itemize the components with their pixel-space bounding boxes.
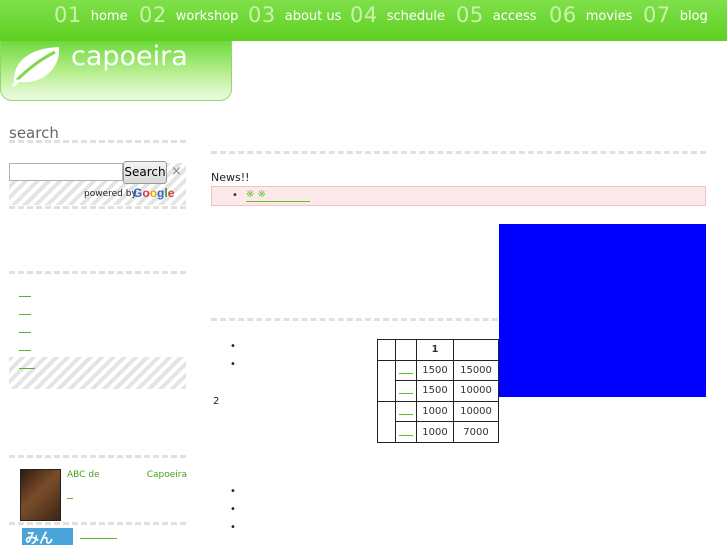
nav-number: 07 bbox=[643, 3, 671, 27]
table-cell bbox=[395, 421, 417, 443]
table-row: 1500 15000 bbox=[377, 359, 499, 402]
site-logo[interactable]: capoeira bbox=[0, 41, 232, 101]
nav-number: 06 bbox=[549, 3, 577, 27]
book-title-part: Capoeira bbox=[146, 470, 187, 480]
table-cell bbox=[395, 359, 417, 382]
nav-label: movies bbox=[585, 8, 633, 24]
nav-number: 02 bbox=[139, 3, 167, 27]
banner-link[interactable] bbox=[80, 538, 117, 539]
embedded-media-block[interactable] bbox=[499, 224, 706, 397]
sidebar-link[interactable] bbox=[19, 368, 35, 369]
bullet: • bbox=[230, 522, 236, 533]
divider bbox=[9, 522, 186, 525]
divider bbox=[211, 151, 706, 154]
banner-thumbnail[interactable]: みん bbox=[22, 528, 73, 545]
powered-by-label: powered by bbox=[84, 189, 137, 199]
table-cell: 10000 bbox=[453, 380, 499, 402]
table-row: 1 bbox=[377, 339, 499, 361]
sidebar-stripe-panel bbox=[9, 357, 186, 389]
table-cell bbox=[395, 339, 417, 361]
nav-number: 04 bbox=[350, 3, 378, 27]
note-text: 2 bbox=[213, 396, 220, 407]
sidebar-link[interactable] bbox=[19, 296, 31, 297]
book-link-more[interactable] bbox=[67, 498, 73, 499]
table-row: 1500 10000 bbox=[378, 380, 499, 402]
divider bbox=[9, 271, 186, 274]
nav-home[interactable]: 01 home bbox=[54, 3, 128, 33]
bullet: • bbox=[230, 504, 236, 515]
bullet: • bbox=[232, 190, 238, 201]
close-icon[interactable]: × bbox=[171, 164, 182, 179]
bullet: • bbox=[230, 486, 236, 497]
table-row: 1000 7000 bbox=[378, 421, 499, 443]
table-cell bbox=[395, 380, 417, 402]
top-navigation: 01 home 02 workshop 03 about us 04 schedule … bbox=[0, 0, 727, 41]
price-table: 1 1500 15000 1500 10000 1000 10000 1000 … bbox=[377, 339, 499, 443]
table-link[interactable] bbox=[399, 364, 413, 374]
nav-label: home bbox=[90, 8, 128, 24]
nav-number: 05 bbox=[456, 3, 484, 27]
news-item-link[interactable]: ※ ※ bbox=[246, 189, 310, 202]
table-row: 1000 10000 bbox=[377, 400, 499, 443]
table-cell: 15000 bbox=[453, 359, 499, 382]
logo-text: capoeira bbox=[71, 41, 188, 72]
nav-label: workshop bbox=[175, 8, 239, 24]
page: 01 home 02 workshop 03 about us 04 schedule … bbox=[0, 0, 727, 545]
leaf-icon bbox=[11, 47, 60, 88]
table-link[interactable] bbox=[399, 405, 413, 416]
table-header: 1 bbox=[416, 339, 454, 361]
nav-workshop[interactable]: 02 workshop bbox=[139, 3, 238, 33]
sidebar-link[interactable] bbox=[19, 332, 31, 333]
table-cell: 7000 bbox=[453, 421, 499, 443]
news-list: • ※ ※ bbox=[211, 186, 706, 206]
nav-movies[interactable]: 06 movies bbox=[549, 3, 632, 33]
table-link[interactable] bbox=[399, 426, 413, 436]
google-logo: Google bbox=[133, 186, 175, 200]
nav-blog[interactable]: 07 blog bbox=[643, 3, 708, 33]
table-cell bbox=[395, 400, 417, 423]
sidebar-link[interactable] bbox=[19, 350, 31, 351]
nav-label: about us bbox=[284, 8, 342, 24]
nav-access[interactable]: 05 access bbox=[456, 3, 537, 33]
news-heading: News!! bbox=[211, 171, 250, 184]
divider bbox=[9, 206, 186, 209]
book-title-part: ABC de bbox=[67, 470, 100, 480]
nav-label: blog bbox=[679, 8, 708, 24]
table-cell bbox=[377, 400, 396, 443]
nav-number: 01 bbox=[54, 3, 82, 27]
table-cell: 1500 bbox=[416, 380, 454, 402]
table-cell bbox=[453, 339, 499, 361]
bullet: • bbox=[230, 359, 236, 370]
table-cell: 1500 bbox=[416, 359, 454, 382]
book-cover-image[interactable] bbox=[20, 469, 61, 521]
bullet: • bbox=[230, 341, 236, 352]
table-link[interactable] bbox=[399, 384, 413, 395]
table-cell: 1000 bbox=[416, 400, 454, 423]
search-input[interactable] bbox=[9, 163, 123, 181]
table-cell bbox=[377, 339, 396, 361]
table-cell bbox=[377, 359, 396, 402]
nav-label: schedule bbox=[386, 8, 445, 24]
divider bbox=[9, 455, 186, 458]
divider bbox=[9, 140, 186, 143]
search-button[interactable]: Search bbox=[123, 161, 167, 184]
nav-number: 03 bbox=[248, 3, 276, 27]
nav-about-us[interactable]: 03 about us bbox=[248, 3, 341, 33]
nav-label: access bbox=[492, 8, 537, 24]
sidebar-link[interactable] bbox=[19, 314, 31, 315]
table-cell: 1000 bbox=[416, 421, 454, 443]
table-cell: 10000 bbox=[453, 400, 499, 423]
nav-schedule[interactable]: 04 schedule bbox=[350, 3, 445, 33]
book-link[interactable]: ABC de Capoeira bbox=[67, 470, 187, 480]
